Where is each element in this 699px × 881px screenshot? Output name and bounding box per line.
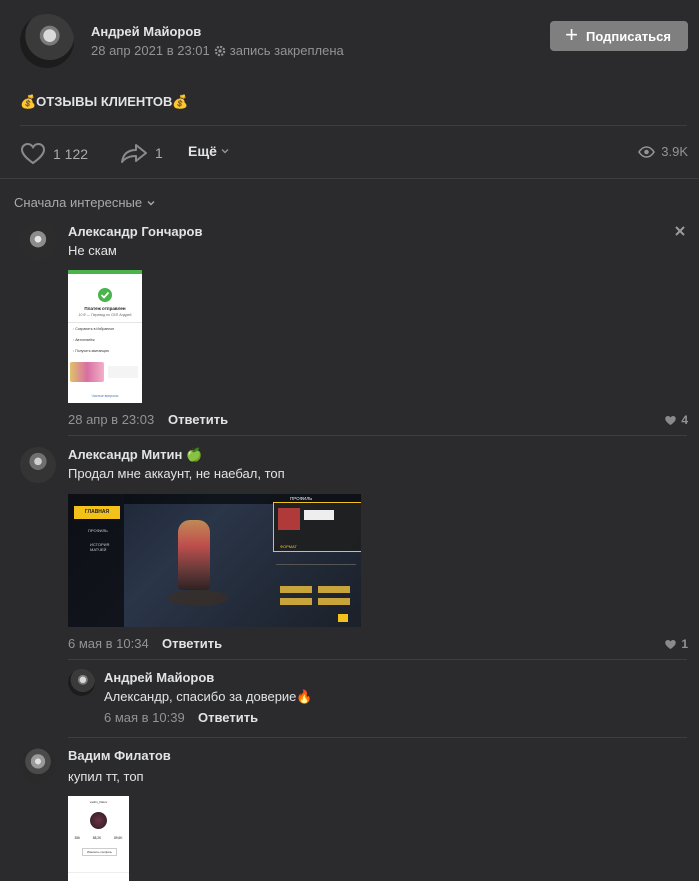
chevron-down-icon xyxy=(221,149,229,154)
profile-edit-button: Изменить профиль xyxy=(82,848,117,856)
attachment-item: ▫ Получить квитанцию xyxy=(73,349,109,353)
attachment-item: ◦ Сохранить в Избранное xyxy=(73,327,115,331)
comment-like-button[interactable]: 4 xyxy=(664,413,688,427)
more-button[interactable]: Ещё xyxy=(188,143,230,159)
divider xyxy=(68,737,687,738)
share-button[interactable]: 1 xyxy=(120,142,163,164)
divider xyxy=(68,435,687,436)
plus-icon: + xyxy=(565,22,578,47)
payment-title: Платеж отправлен xyxy=(84,306,126,311)
avatar[interactable] xyxy=(68,669,95,696)
post-header: Андрей Майоров 28 апр 2021 в 23:01 запис… xyxy=(0,0,699,88)
avatar[interactable] xyxy=(20,747,56,783)
comment-text: Не скам xyxy=(68,243,117,258)
comment-text: Александр, спасибо за доверие🔥 xyxy=(104,689,313,704)
game-top-tab: ПРОФИЛЬ xyxy=(290,496,313,501)
payment-subtitle: 10 ₽ — Перевод по СБП Андрей xyxy=(78,313,132,317)
heart-icon xyxy=(20,142,46,165)
attachment-item: ◦ Автоплатёж xyxy=(73,338,95,342)
profile-username: vadim_filatov xyxy=(89,800,108,804)
share-icon xyxy=(121,144,147,163)
check-icon xyxy=(98,288,112,302)
attachment-image[interactable]: Платеж отправлен 10 ₽ — Перевод по СБП А… xyxy=(68,270,142,403)
post-text: 💰ОТЗЫВЫ КЛИЕНТОВ💰 xyxy=(20,94,189,109)
author-avatar[interactable] xyxy=(20,14,74,68)
comment-author[interactable]: Александр Гончаров xyxy=(68,224,202,239)
post: Андрей Майоров 28 апр 2021 в 23:01 запис… xyxy=(0,0,699,210)
eye-icon xyxy=(638,145,656,158)
reply-button[interactable]: Ответить xyxy=(198,710,258,725)
pinned-label: запись закреплена xyxy=(229,43,344,58)
attachment-image[interactable]: vadim_filatov 356 88,2K 89,6K Изменить п… xyxy=(68,796,129,881)
views: 3.9K xyxy=(638,144,688,159)
divider xyxy=(68,659,687,660)
game-menu-item: ПРОФИЛЬ xyxy=(88,528,108,533)
avatar[interactable] xyxy=(20,223,56,259)
reply-button[interactable]: Ответить xyxy=(168,412,228,427)
post-actions: 1 122 1 Ещё 3.9K xyxy=(0,126,699,178)
subscribe-button[interactable]: + Подписаться xyxy=(550,21,688,51)
profile-stats: 356 88,2K 89,6K xyxy=(74,836,123,840)
comments-sort-label: Сначала интересные xyxy=(14,195,143,210)
heart-icon xyxy=(665,639,677,649)
comments-sort[interactable]: Сначала интересные xyxy=(14,195,156,210)
comment-date[interactable]: 6 мая в 10:39 xyxy=(104,710,185,725)
gear-icon xyxy=(214,45,226,56)
post-meta: 28 апр 2021 в 23:01 запись закреплена xyxy=(91,43,344,58)
comment-author[interactable]: Андрей Майоров xyxy=(104,670,214,685)
comment-date[interactable]: 6 мая в 10:34 xyxy=(68,636,149,651)
game-menu-item: ИСТОРИЯ МАТЧЕЙ xyxy=(90,542,110,552)
avatar[interactable] xyxy=(20,447,56,483)
more-label: Ещё xyxy=(188,143,217,159)
author-name[interactable]: Андрей Майоров xyxy=(91,24,201,39)
comment-like-button[interactable]: 1 xyxy=(664,637,688,651)
views-count: 3.9K xyxy=(661,144,688,159)
attachment-footer: Частые вопросы xyxy=(91,394,119,398)
comment-like-count: 1 xyxy=(681,637,688,651)
heart-icon xyxy=(665,415,677,425)
post-date[interactable]: 28 апр 2021 в 23:01 xyxy=(91,43,210,58)
like-button[interactable]: 1 122 xyxy=(20,142,88,165)
like-count: 1 122 xyxy=(53,145,89,162)
subscribe-label: Подписаться xyxy=(585,28,671,44)
game-menu-item: ГЛАВНАЯ xyxy=(74,506,120,519)
comment-date[interactable]: 28 апр в 23:03 xyxy=(68,412,154,427)
comment-text: купил тт, топ xyxy=(68,769,144,784)
comment-text: Продал мне аккаунт, не наебал, топ xyxy=(68,466,285,481)
comment-like-count: 4 xyxy=(681,413,688,427)
attachment-image[interactable]: ГЛАВНАЯ ПРОФИЛЬ ИСТОРИЯ МАТЧЕЙ ПРОФИЛЬ Ф… xyxy=(68,494,361,627)
divider xyxy=(0,178,699,179)
reply-button[interactable]: Ответить xyxy=(162,636,222,651)
share-count: 1 xyxy=(155,145,163,161)
comment-author[interactable]: Александр Митин 🍏 xyxy=(68,447,202,463)
chevron-down-icon xyxy=(147,200,155,205)
close-icon[interactable] xyxy=(673,224,687,238)
game-rank: ФОРМАТ xyxy=(280,544,297,549)
comment-author[interactable]: Вадим Филатов xyxy=(68,748,171,763)
